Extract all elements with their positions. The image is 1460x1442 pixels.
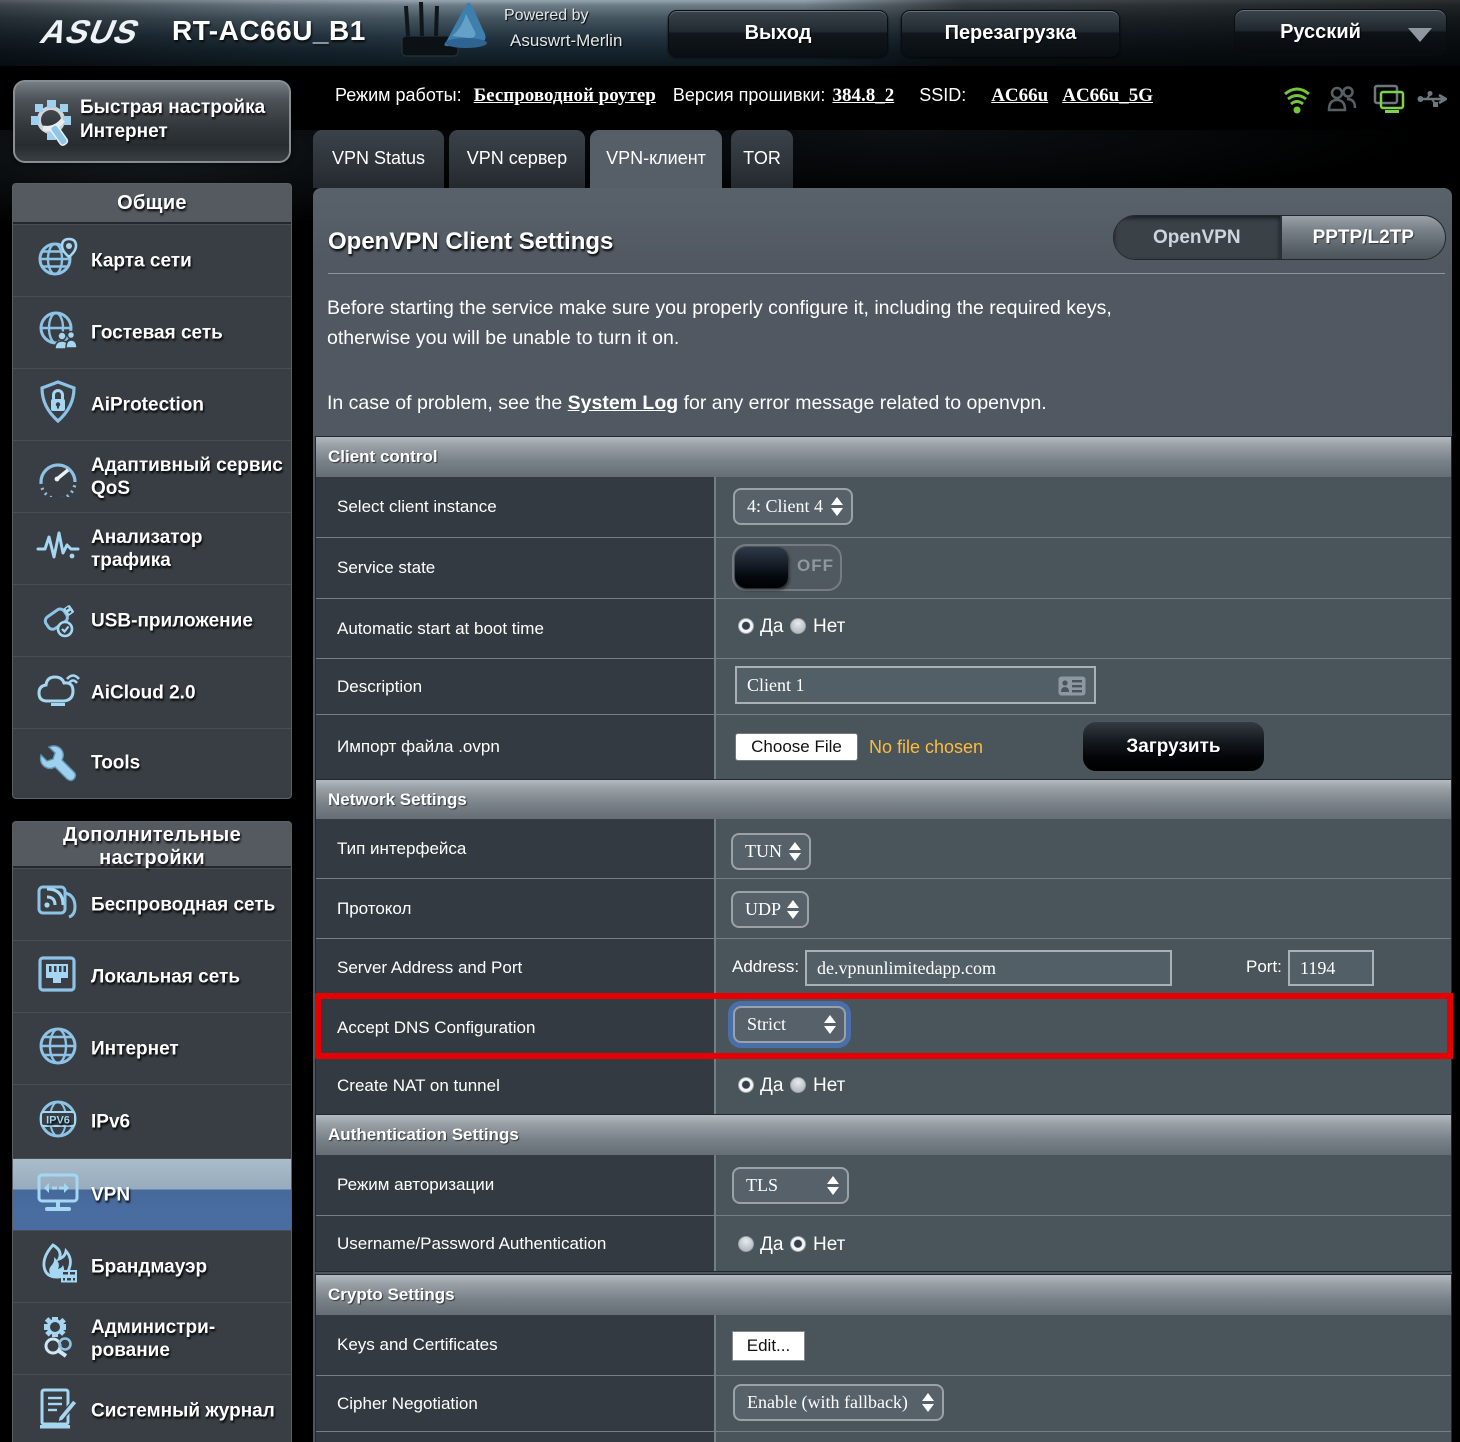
svg-text:ASUS: ASUS <box>36 14 146 50</box>
svg-text:IPV6: IPV6 <box>46 1114 70 1126</box>
